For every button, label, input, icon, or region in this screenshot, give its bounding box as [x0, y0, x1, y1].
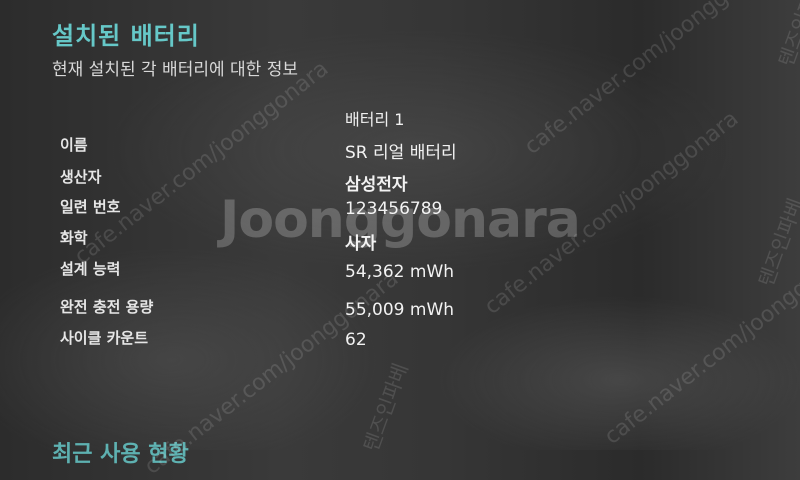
value-manufacturer: 삼성전자	[345, 175, 408, 195]
battery-report: 설치된 배터리 현재 설치된 각 배터리에 대한 정보 배터리 1 이름 SR …	[0, 0, 800, 467]
label-design-capacity: 설계 능력	[60, 260, 121, 278]
value-design-capacity: 54,362 mWh	[345, 262, 455, 282]
label-cycle-count: 사이클 카운트	[60, 329, 149, 347]
next-section-title: 최근 사용 현황	[52, 442, 189, 467]
label-full-charge-capacity: 완전 충전 용량	[60, 298, 154, 316]
value-chemistry: 사자	[345, 234, 377, 254]
value-serial-number: 123456789	[345, 199, 443, 219]
battery-column-header: 배터리 1	[345, 110, 405, 129]
section-subtitle: 현재 설치된 각 배터리에 대한 정보	[52, 60, 298, 80]
label-chemistry: 화학	[60, 229, 88, 247]
label-manufacturer: 생산자	[60, 168, 102, 186]
value-cycle-count: 62	[345, 330, 367, 350]
label-name: 이름	[60, 136, 88, 154]
value-name: SR 리얼 배터리	[345, 143, 457, 163]
value-full-charge-capacity: 55,009 mWh	[345, 300, 455, 320]
section-title: 설치된 배터리	[52, 22, 200, 50]
label-serial-number: 일련 번호	[60, 198, 121, 216]
